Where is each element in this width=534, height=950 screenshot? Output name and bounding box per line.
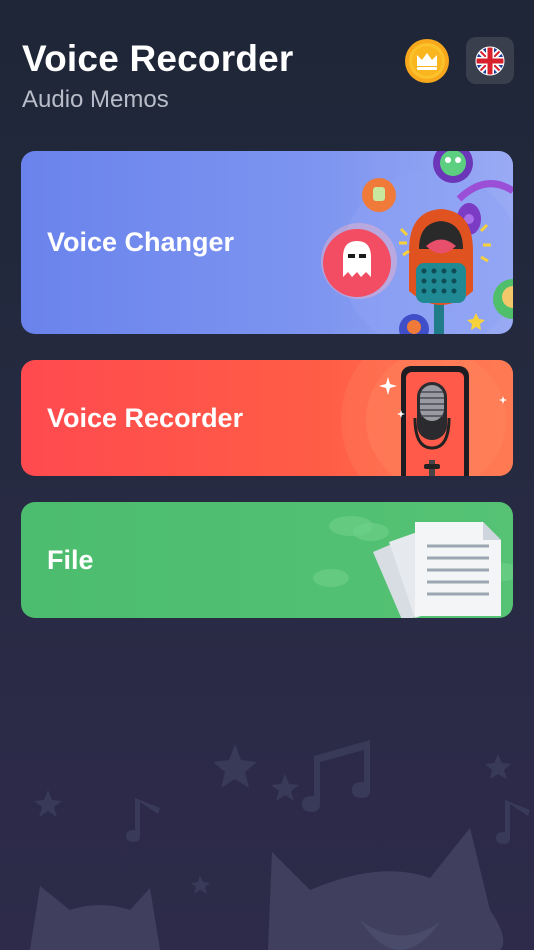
voice-changer-card[interactable]: Voice Changer [21,151,513,334]
language-button[interactable] [466,37,514,84]
premium-button[interactable] [404,38,450,84]
voice-changer-label: Voice Changer [47,227,235,257]
phone-microphone-illustration [341,360,513,476]
page-title: Voice Recorder [22,38,294,79]
documents-illustration [313,516,513,618]
page-subtitle: Audio Memos [22,86,169,113]
crown-icon [405,39,449,83]
voice-recorder-card[interactable]: Voice Recorder [21,360,513,476]
file-card[interactable]: File [21,502,513,618]
file-label: File [47,545,94,575]
monster-microphone-illustration [321,151,513,334]
uk-flag-icon [475,46,505,75]
voice-recorder-label: Voice Recorder [47,403,244,433]
cat-music-background-decoration [30,740,530,950]
